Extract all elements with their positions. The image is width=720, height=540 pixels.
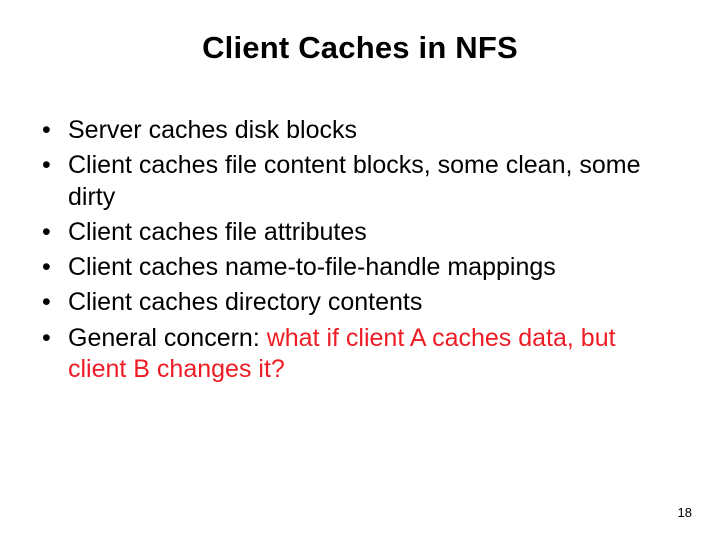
page-number: 18 (678, 505, 692, 520)
bullet-text: Client caches name-to-file-handle mappin… (68, 253, 556, 281)
bullet-item: Client caches file content blocks, some … (36, 150, 676, 213)
bullet-prefix: General concern: (68, 324, 267, 352)
bullet-list: Server caches disk blocks Client caches … (36, 115, 676, 385)
bullet-item: Client caches file attributes (36, 217, 676, 248)
bullet-text: Client caches file content blocks, some … (68, 151, 641, 210)
bullet-text: Server caches disk blocks (68, 116, 357, 144)
slide-title: Client Caches in NFS (0, 30, 720, 66)
bullet-item: General concern: what if client A caches… (36, 323, 676, 386)
bullet-text: Client caches file attributes (68, 218, 367, 246)
bullet-item: Server caches disk blocks (36, 115, 676, 146)
bullet-item: Client caches name-to-file-handle mappin… (36, 252, 676, 283)
bullet-item: Client caches directory contents (36, 287, 676, 318)
slide-body: Server caches disk blocks Client caches … (36, 115, 676, 389)
bullet-text: Client caches directory contents (68, 288, 422, 316)
slide: Client Caches in NFS Server caches disk … (0, 0, 720, 540)
